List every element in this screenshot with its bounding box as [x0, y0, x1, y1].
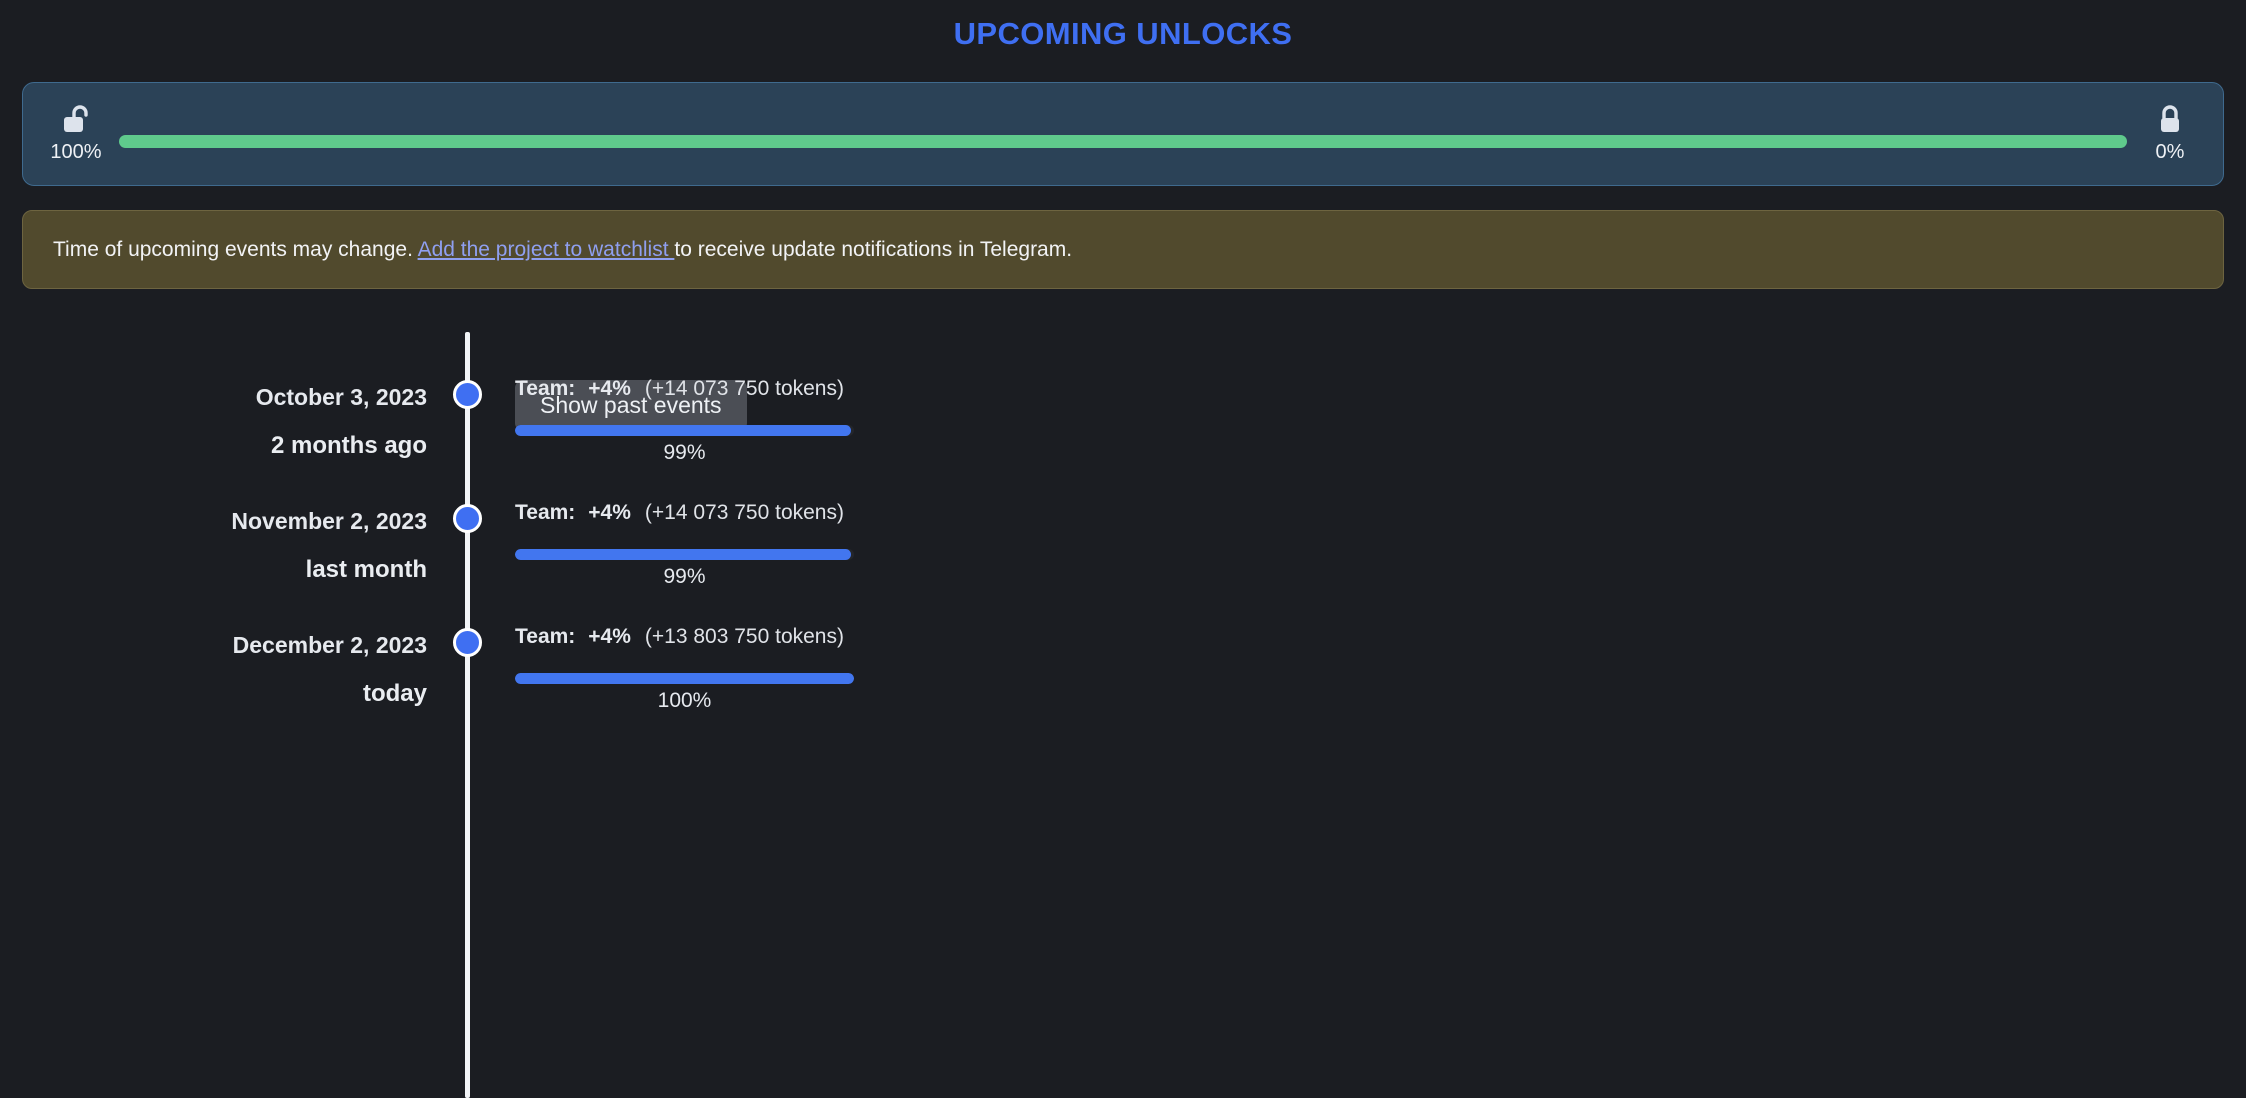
locked-padlock-icon	[2157, 104, 2183, 138]
event-progress-fill	[515, 425, 851, 436]
event-token-amount: (+13 803 750 tokens)	[645, 625, 844, 648]
timeline-event-dot[interactable]	[453, 380, 482, 409]
watchlist-notice-banner: Time of upcoming events may change. Add …	[22, 210, 2224, 289]
event-progress-track	[515, 549, 854, 560]
unlocked-padlock-icon	[61, 104, 91, 138]
notice-text: Time of upcoming events may change. Add …	[53, 236, 1072, 263]
event-relative-time: today	[0, 682, 427, 706]
event-date: December 2, 2023	[0, 634, 427, 657]
event-token-amount: (+14 073 750 tokens)	[645, 377, 844, 400]
event-progress-label: 99%	[515, 566, 854, 587]
page-title: UPCOMING UNLOCKS	[0, 0, 2246, 49]
event-progress-fill	[515, 549, 851, 560]
unlock-summary-panel: 100% 0%	[22, 82, 2224, 186]
unlock-progress-track	[119, 135, 2127, 148]
event-date: November 2, 2023	[0, 510, 427, 533]
unlocked-summary-side: 100%	[49, 104, 103, 164]
event-progress-label: 100%	[515, 690, 854, 711]
event-relative-time: last month	[0, 558, 427, 582]
event-category-label: Team:	[515, 625, 575, 648]
event-token-amount: (+14 073 750 tokens)	[645, 501, 844, 524]
event-percent-change: +4%	[588, 377, 631, 400]
unlock-timeline: Show past events October 3, 20232 months…	[0, 332, 2246, 1098]
timeline-event-dot[interactable]	[453, 504, 482, 533]
event-progress-fill	[515, 673, 854, 684]
event-details: Team: +4% (+13 803 750 tokens) 100%	[515, 626, 854, 711]
locked-percent-label: 0%	[2156, 141, 2185, 164]
event-progress-track	[515, 673, 854, 684]
add-to-watchlist-link[interactable]: Add the project to watchlist	[418, 238, 675, 261]
event-date: October 3, 2023	[0, 386, 427, 409]
event-progress-label: 99%	[515, 442, 854, 463]
event-date-block: December 2, 2023 today	[0, 634, 445, 706]
event-percent-change: +4%	[588, 625, 631, 648]
notice-text-after: to receive update notifications in Teleg…	[674, 238, 1072, 261]
event-category-label: Team:	[515, 377, 575, 400]
event-progress: 99%	[515, 549, 854, 587]
event-date-block: October 3, 2023 2 months ago	[0, 386, 445, 458]
timeline-event-dot[interactable]	[453, 628, 482, 657]
event-date-block: November 2, 2023 last month	[0, 510, 445, 582]
event-progress: 100%	[515, 673, 854, 711]
event-progress: 99%	[515, 425, 854, 463]
unlocked-percent-label: 100%	[50, 141, 101, 164]
event-category-label: Team:	[515, 501, 575, 524]
unlock-progress-fill	[119, 135, 2127, 148]
event-headline: Team: +4% (+14 073 750 tokens)	[515, 502, 854, 523]
event-percent-change: +4%	[588, 501, 631, 524]
event-relative-time: 2 months ago	[0, 434, 427, 458]
notice-text-before: Time of upcoming events may change.	[53, 238, 418, 261]
event-details: Team: +4% (+14 073 750 tokens) 99%	[515, 378, 854, 463]
locked-summary-side: 0%	[2143, 104, 2197, 164]
event-headline: Team: +4% (+13 803 750 tokens)	[515, 626, 854, 647]
event-progress-track	[515, 425, 854, 436]
event-details: Team: +4% (+14 073 750 tokens) 99%	[515, 502, 854, 587]
timeline-event-row: December 2, 2023todayTeam:+4%(+13 803 75…	[0, 634, 2246, 784]
event-headline: Team: +4% (+14 073 750 tokens)	[515, 378, 854, 399]
